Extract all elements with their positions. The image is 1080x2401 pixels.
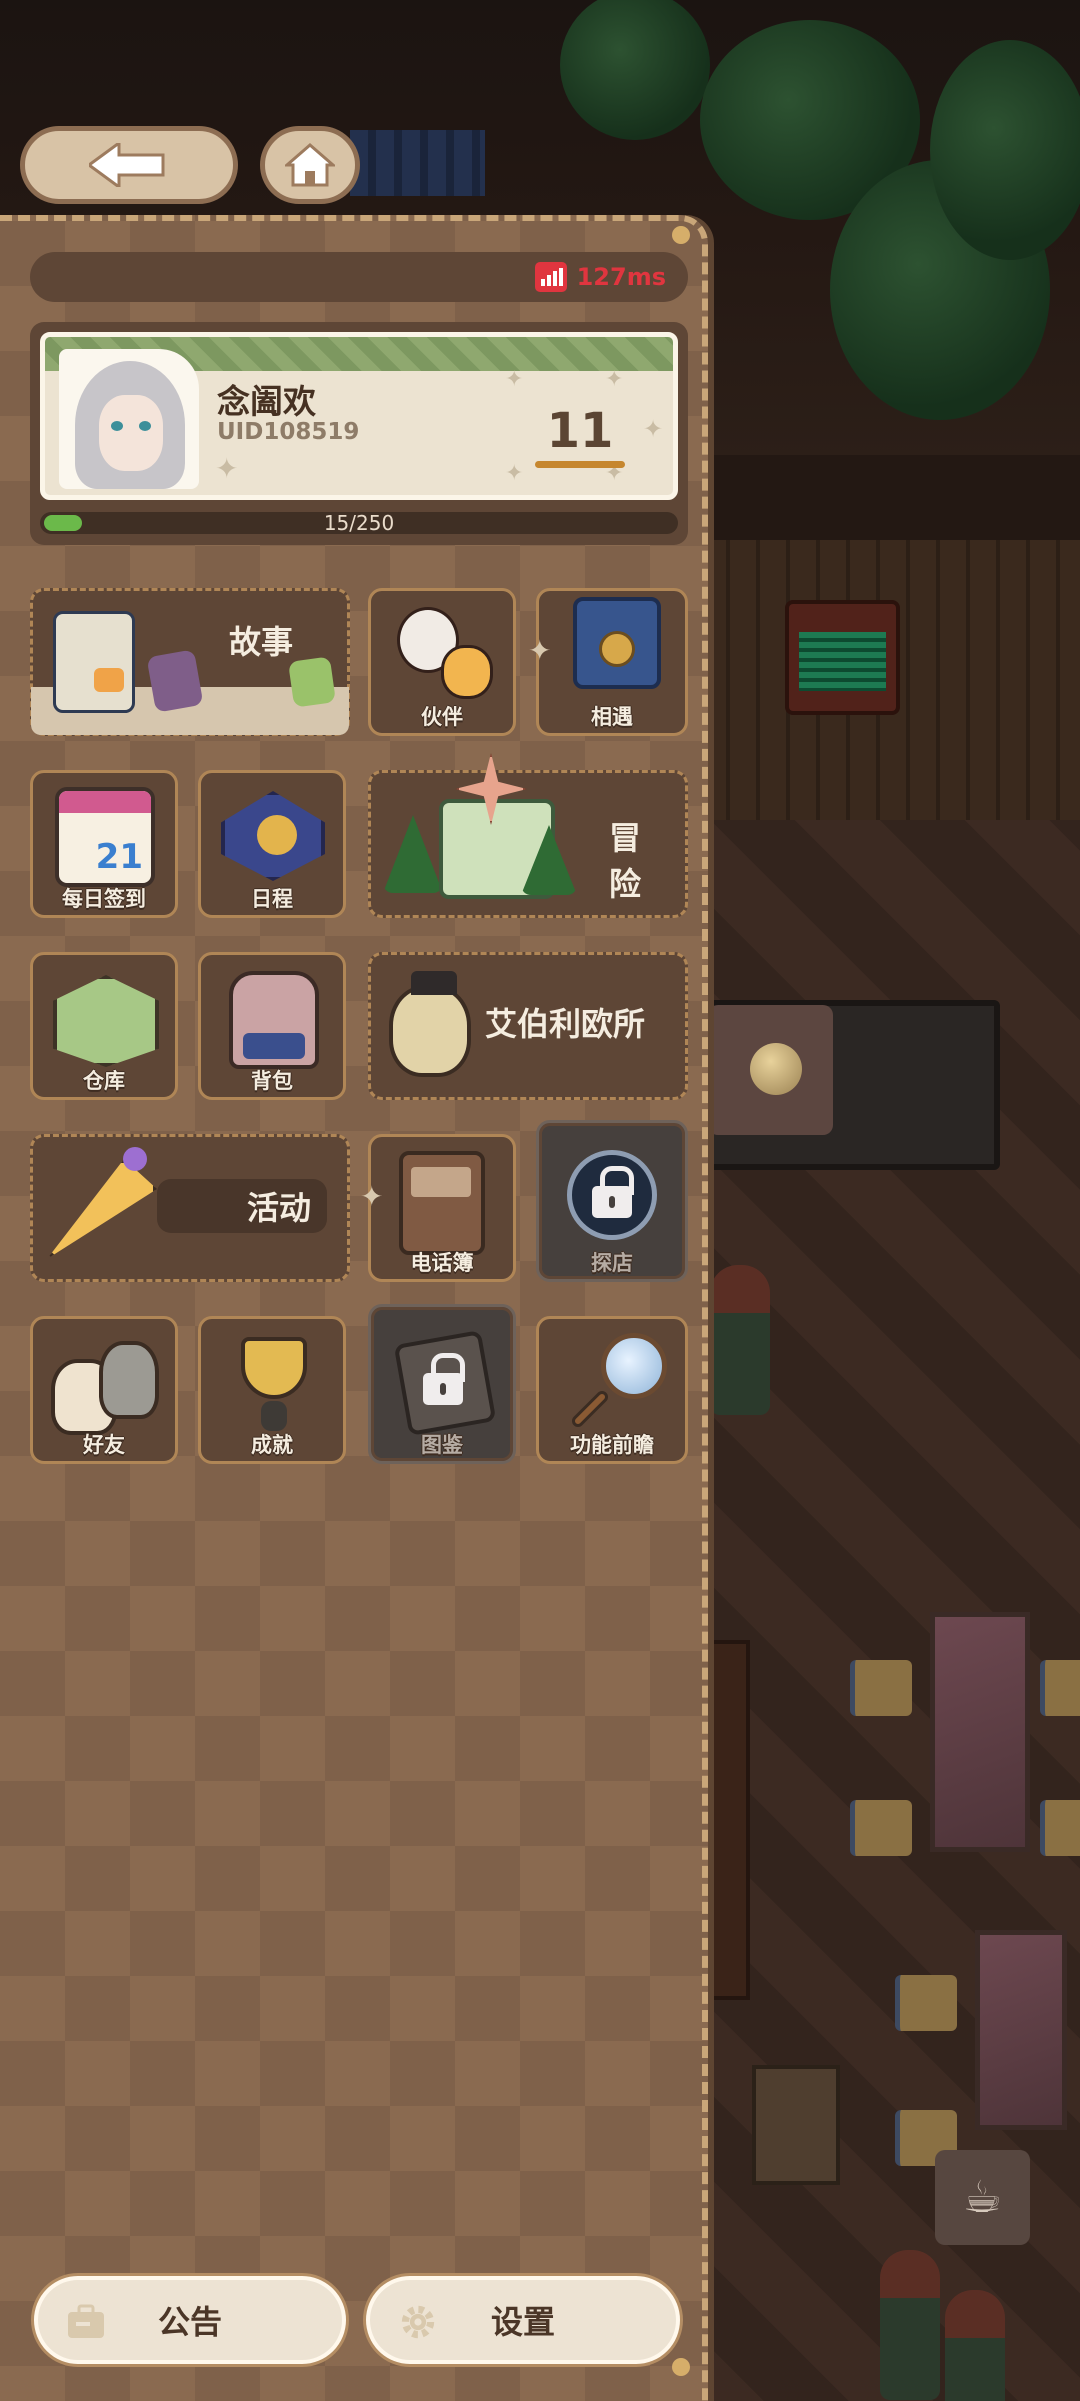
achievement-label: 成就 [251,1433,293,1457]
abelio-label: 艾伯利欧所 [485,1005,646,1043]
badge-icon [221,791,325,881]
backpack-label: 背包 [251,1069,293,1093]
adventure-label: 冒险 [609,819,642,903]
vending-machine[interactable] [785,600,900,715]
adventure-tile[interactable]: 冒险 [368,753,688,918]
activity-tile[interactable]: 活动 [30,1134,350,1282]
schedule-label: 日程 [251,887,293,911]
npc-character[interactable] [710,1265,770,1415]
player-uid: UID108519 [217,419,360,445]
sparkle-icon: ✦ [605,367,624,392]
daily-checkin-label: 每日签到 [62,887,146,911]
backpack-icon [229,971,319,1069]
partner-label: 伙伴 [421,705,463,729]
coffee-cup-button[interactable]: ☕ [935,2150,1030,2245]
npc-character[interactable] [945,2290,1005,2401]
magnifier-icon [601,1333,667,1399]
settings-label: 设置 [490,2303,555,2341]
signal-icon [534,262,567,292]
npc-character[interactable] [880,2250,940,2400]
abelio-tile[interactable]: 艾伯利欧所 [368,952,688,1100]
network-status-bar: 127ms [30,252,688,302]
telephone-icon [573,597,661,689]
backpack-tile[interactable]: 背包 [198,952,346,1100]
warehouse-label: 仓库 [83,1069,125,1093]
tree-decoration [560,0,710,140]
briefcase-icon [68,2304,104,2338]
xp-progress-bar: 15/250 [40,512,678,534]
chair [895,1975,957,2031]
sparkle-icon: ✦ [360,1180,384,1213]
back-button[interactable] [20,126,238,204]
encounter-tile[interactable]: 相遇 [536,588,688,736]
story-tile[interactable]: 故事 [30,588,350,736]
warehouse-tile[interactable]: 仓库 [30,952,178,1100]
player-nickname: 念阖欢 [217,382,316,421]
player-level: 11 [546,403,614,459]
settings-button[interactable]: 设置 [366,2276,680,2364]
sparkle-icon: ✦ [215,452,239,485]
food-stall [752,2065,840,2185]
owl-icon [389,971,471,1077]
warehouse-box-icon [53,975,159,1067]
trophy-icon [241,1337,307,1399]
xp-text: 15/250 [323,511,395,535]
preview-tile[interactable]: 功能前瞻 [536,1316,688,1464]
partner-tile[interactable]: 伙伴 [368,588,516,736]
phonebook-label: 电话簿 [410,1251,474,1275]
calendar-icon: 21 [55,787,155,887]
ping-value: 127ms [576,263,666,291]
explore-tile-locked[interactable]: 探店 [536,1120,688,1282]
table [975,1930,1067,2130]
sparkle-icon: ✦ [505,367,524,392]
avatar[interactable] [59,349,199,489]
wall-band [700,455,1080,540]
notice-button[interactable]: 公告 [34,2276,346,2364]
tree-icon [383,815,443,893]
panel-corner-dot [672,2358,690,2376]
chair [1040,1660,1080,1716]
home-button[interactable] [260,126,360,204]
activity-label: 活动 [157,1179,327,1233]
sparkle-icon: ✦ [528,634,552,667]
home-icon [285,143,335,187]
explore-label: 探店 [591,1251,633,1275]
encounter-label: 相遇 [591,705,633,729]
phonebook-tile[interactable]: 电话簿 [368,1134,516,1282]
sparkle-icon: ✦ [643,415,664,443]
codex-label: 图鉴 [421,1433,463,1457]
level-underline [535,461,625,468]
schedule-tile[interactable]: 日程 [198,770,346,918]
achievement-tile[interactable]: 成就 [198,1316,346,1464]
codex-tile-locked[interactable]: 图鉴 [368,1304,516,1464]
chair [1040,1800,1080,1856]
sparkle-icon: ✦ [505,461,524,486]
roof-decoration [350,130,485,196]
chair [850,1660,912,1716]
preview-label: 功能前瞻 [570,1433,654,1457]
profile-section: 念阖欢 UID108519 ✦ ✦ ✦ ✦ ✦ ✦ 11 15/250 [30,322,688,545]
table [930,1612,1030,1852]
story-label: 故事 [229,623,294,661]
panel-corner-dot [672,226,690,244]
interact-ball-button[interactable] [708,1005,833,1135]
calendar-day: 21 [95,837,143,877]
lock-icon [567,1149,657,1240]
profile-card[interactable]: 念阖欢 UID108519 ✦ ✦ ✦ ✦ ✦ ✦ 11 [40,332,678,500]
chair [850,1800,912,1856]
gear-icon [401,2305,435,2339]
lock-icon [423,1353,465,1405]
daily-checkin-tile[interactable]: 21 每日签到 [30,770,178,918]
party-popper-icon [47,1159,157,1259]
notice-label: 公告 [157,2303,222,2341]
book-icon [53,611,135,713]
phonebook-icon [399,1151,485,1255]
tree-decoration [930,40,1080,260]
friends-label: 好友 [83,1433,125,1457]
arrow-left-icon [89,143,165,187]
friends-tile[interactable]: 好友 [30,1316,178,1464]
